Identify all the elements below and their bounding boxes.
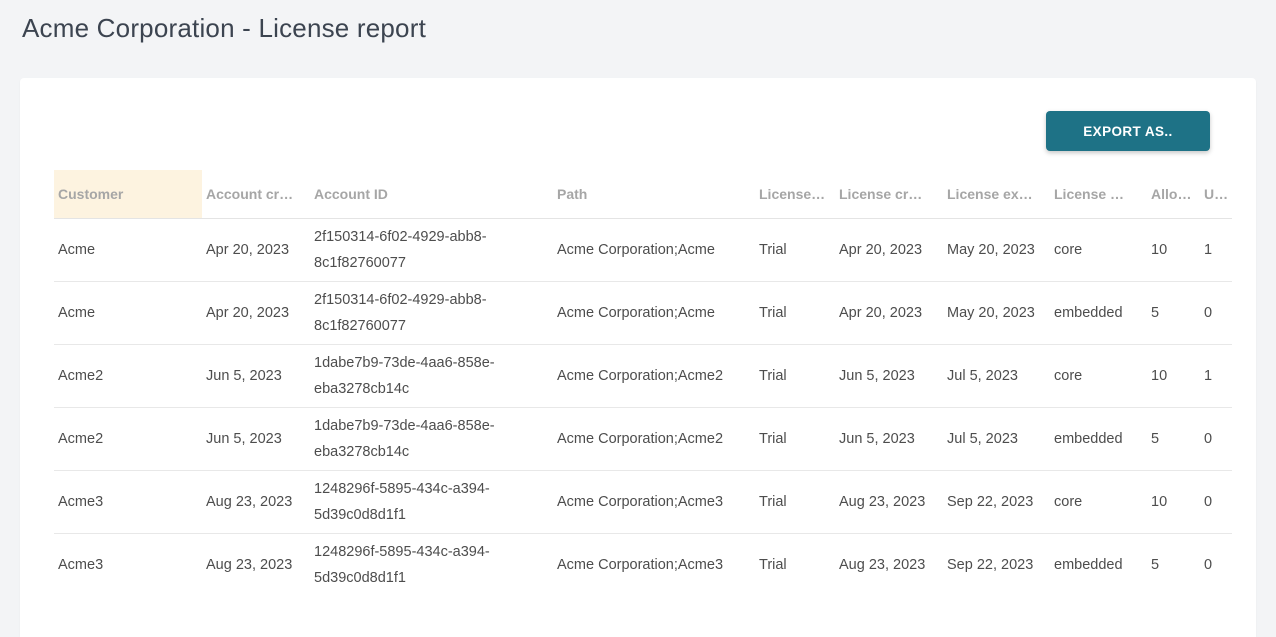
cell-allocated: 5 bbox=[1147, 407, 1200, 470]
cell-license-product: core bbox=[1050, 218, 1147, 281]
cell-used: 0 bbox=[1200, 281, 1232, 344]
cell-customer: Acme3 bbox=[54, 533, 202, 596]
cell-account-created: Aug 23, 2023 bbox=[202, 533, 310, 596]
column-header-used[interactable]: U… bbox=[1200, 170, 1232, 218]
cell-account-id: 1248296f-5895-434c-a394-5d39c0d8d1f1 bbox=[310, 470, 553, 533]
cell-path: Acme Corporation;Acme bbox=[553, 281, 755, 344]
license-table: CustomerAccount cr…Account IDPathLicense… bbox=[54, 170, 1232, 596]
column-header-customer[interactable]: Customer bbox=[54, 170, 202, 218]
table-row: Acme2Jun 5, 20231dabe7b9-73de-4aa6-858e-… bbox=[54, 407, 1232, 470]
table-row: AcmeApr 20, 20232f150314-6f02-4929-abb8-… bbox=[54, 281, 1232, 344]
column-header-license-expiry[interactable]: License ex… bbox=[943, 170, 1050, 218]
table-row: Acme3Aug 23, 20231248296f-5895-434c-a394… bbox=[54, 533, 1232, 596]
cell-license-created: Apr 20, 2023 bbox=[835, 281, 943, 344]
table-row: AcmeApr 20, 20232f150314-6f02-4929-abb8-… bbox=[54, 218, 1232, 281]
cell-license-created: Apr 20, 2023 bbox=[835, 218, 943, 281]
cell-allocated: 10 bbox=[1147, 344, 1200, 407]
export-as-button[interactable]: EXPORT AS.. bbox=[1046, 111, 1210, 151]
cell-license-expiry: Sep 22, 2023 bbox=[943, 470, 1050, 533]
cell-license-created: Aug 23, 2023 bbox=[835, 533, 943, 596]
cell-license-product: embedded bbox=[1050, 407, 1147, 470]
cell-account-id: 1dabe7b9-73de-4aa6-858e-eba3278cb14c bbox=[310, 344, 553, 407]
cell-customer: Acme bbox=[54, 281, 202, 344]
cell-account-id: 2f150314-6f02-4929-abb8-8c1f82760077 bbox=[310, 218, 553, 281]
cell-license-product: core bbox=[1050, 470, 1147, 533]
table-row: Acme3Aug 23, 20231248296f-5895-434c-a394… bbox=[54, 470, 1232, 533]
cell-license-created: Aug 23, 2023 bbox=[835, 470, 943, 533]
cell-used: 1 bbox=[1200, 218, 1232, 281]
cell-license-expiry: Jul 5, 2023 bbox=[943, 344, 1050, 407]
cell-license-type: Trial bbox=[755, 533, 835, 596]
report-card: EXPORT AS.. CustomerAccount cr…Account I… bbox=[20, 78, 1256, 637]
cell-license-expiry: Sep 22, 2023 bbox=[943, 533, 1050, 596]
cell-customer: Acme3 bbox=[54, 470, 202, 533]
cell-customer: Acme2 bbox=[54, 344, 202, 407]
cell-path: Acme Corporation;Acme3 bbox=[553, 533, 755, 596]
cell-license-product: core bbox=[1050, 344, 1147, 407]
column-header-account-created[interactable]: Account cr… bbox=[202, 170, 310, 218]
cell-customer: Acme2 bbox=[54, 407, 202, 470]
cell-account-id: 1248296f-5895-434c-a394-5d39c0d8d1f1 bbox=[310, 533, 553, 596]
column-header-account-id[interactable]: Account ID bbox=[310, 170, 553, 218]
column-header-license-product[interactable]: License … bbox=[1050, 170, 1147, 218]
page-title: Acme Corporation - License report bbox=[0, 0, 1276, 44]
cell-account-created: Aug 23, 2023 bbox=[202, 470, 310, 533]
cell-license-type: Trial bbox=[755, 407, 835, 470]
cell-path: Acme Corporation;Acme bbox=[553, 218, 755, 281]
cell-used: 1 bbox=[1200, 344, 1232, 407]
cell-license-product: embedded bbox=[1050, 533, 1147, 596]
cell-license-type: Trial bbox=[755, 281, 835, 344]
toolbar: EXPORT AS.. bbox=[20, 78, 1256, 151]
cell-allocated: 5 bbox=[1147, 281, 1200, 344]
cell-account-id: 1dabe7b9-73de-4aa6-858e-eba3278cb14c bbox=[310, 407, 553, 470]
cell-license-type: Trial bbox=[755, 470, 835, 533]
cell-path: Acme Corporation;Acme2 bbox=[553, 344, 755, 407]
column-header-path[interactable]: Path bbox=[553, 170, 755, 218]
cell-license-expiry: Jul 5, 2023 bbox=[943, 407, 1050, 470]
cell-license-type: Trial bbox=[755, 218, 835, 281]
table-header: CustomerAccount cr…Account IDPathLicense… bbox=[54, 170, 1232, 218]
cell-customer: Acme bbox=[54, 218, 202, 281]
cell-path: Acme Corporation;Acme2 bbox=[553, 407, 755, 470]
cell-license-product: embedded bbox=[1050, 281, 1147, 344]
cell-license-expiry: May 20, 2023 bbox=[943, 281, 1050, 344]
cell-used: 0 bbox=[1200, 407, 1232, 470]
column-header-allocated[interactable]: Allo… bbox=[1147, 170, 1200, 218]
cell-account-created: Jun 5, 2023 bbox=[202, 344, 310, 407]
cell-path: Acme Corporation;Acme3 bbox=[553, 470, 755, 533]
table-header-row: CustomerAccount cr…Account IDPathLicense… bbox=[54, 170, 1232, 218]
cell-allocated: 10 bbox=[1147, 218, 1200, 281]
cell-used: 0 bbox=[1200, 533, 1232, 596]
cell-license-created: Jun 5, 2023 bbox=[835, 407, 943, 470]
cell-allocated: 5 bbox=[1147, 533, 1200, 596]
cell-account-created: Jun 5, 2023 bbox=[202, 407, 310, 470]
table-body: AcmeApr 20, 20232f150314-6f02-4929-abb8-… bbox=[54, 218, 1232, 596]
cell-used: 0 bbox=[1200, 470, 1232, 533]
cell-license-created: Jun 5, 2023 bbox=[835, 344, 943, 407]
cell-account-created: Apr 20, 2023 bbox=[202, 218, 310, 281]
cell-license-type: Trial bbox=[755, 344, 835, 407]
cell-license-expiry: May 20, 2023 bbox=[943, 218, 1050, 281]
column-header-license-type[interactable]: License… bbox=[755, 170, 835, 218]
cell-account-id: 2f150314-6f02-4929-abb8-8c1f82760077 bbox=[310, 281, 553, 344]
cell-allocated: 10 bbox=[1147, 470, 1200, 533]
column-header-license-created[interactable]: License cr… bbox=[835, 170, 943, 218]
cell-account-created: Apr 20, 2023 bbox=[202, 281, 310, 344]
table-row: Acme2Jun 5, 20231dabe7b9-73de-4aa6-858e-… bbox=[54, 344, 1232, 407]
